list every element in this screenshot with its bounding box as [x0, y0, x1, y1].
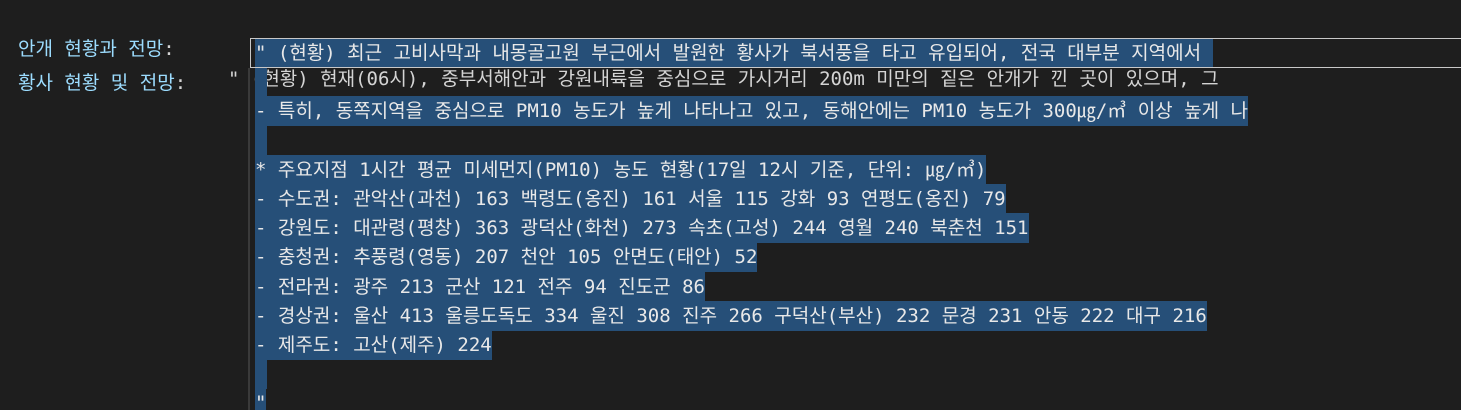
dust-separator: : — [174, 72, 198, 94]
dust-value-text: - 수도권: 관악산(과천) 163 백령도(옹진) 161 서울 115 강화… — [255, 184, 1006, 214]
dust-value-text: - 충청권: 추풍령(영동) 207 천안 105 안면도(태안) 52 — [255, 242, 758, 273]
dust-value-text: * 주요지점 1시간 평균 미세먼지(PM10) 농도 현황(17일 12시 기… — [255, 154, 987, 185]
dust-value-text — [255, 125, 267, 156]
dust-value-text: - 전라권: 광주 213 군산 121 전주 94 진도군 86 — [255, 271, 705, 302]
dust-value-text — [255, 359, 267, 390]
dust-value-text: " (현황) 최근 고비사막과 내몽골고원 부근에서 발원한 황사가 북서풍을 … — [255, 38, 1213, 68]
value-divider — [248, 68, 250, 410]
fog-separator: : — [163, 38, 187, 60]
dust-value-text: - 특히, 동쪽지역을 중심으로 PM10 농도가 높게 나타나고 있고, 동해… — [255, 96, 1248, 127]
dust-key-wrap: 황사 현황 및 전망: — [18, 68, 198, 98]
row-dust-label: 황사 현황 및 전망: — [0, 38, 186, 94]
dust-value-text: - 강원도: 대관령(평창) 363 광덕산(화천) 273 속초(고성) 24… — [255, 213, 1029, 244]
row-fog: 안개 현황과 전망: " (현황) 현재(06시), 중부서해안과 강원내륙을 … — [0, 4, 1219, 90]
text-view: 안개 현황과 전망: " (현황) 현재(06시), 중부서해안과 강원내륙을 … — [0, 0, 1461, 410]
dust-value-text: " — [255, 388, 267, 410]
dust-key: 황사 현황 및 전망 — [18, 72, 175, 94]
dust-value-text: - 제주도: 고산(제주) 224 — [255, 330, 492, 360]
fog-value[interactable]: " (현황) 현재(06시), 중부서해안과 강원내륙을 중심으로 가시거리 2… — [228, 64, 1219, 94]
dust-value-text: - 경상권: 울산 413 울릉도독도 334 울진 308 진주 266 구덕… — [255, 300, 1207, 331]
dust-value-text — [255, 67, 267, 98]
